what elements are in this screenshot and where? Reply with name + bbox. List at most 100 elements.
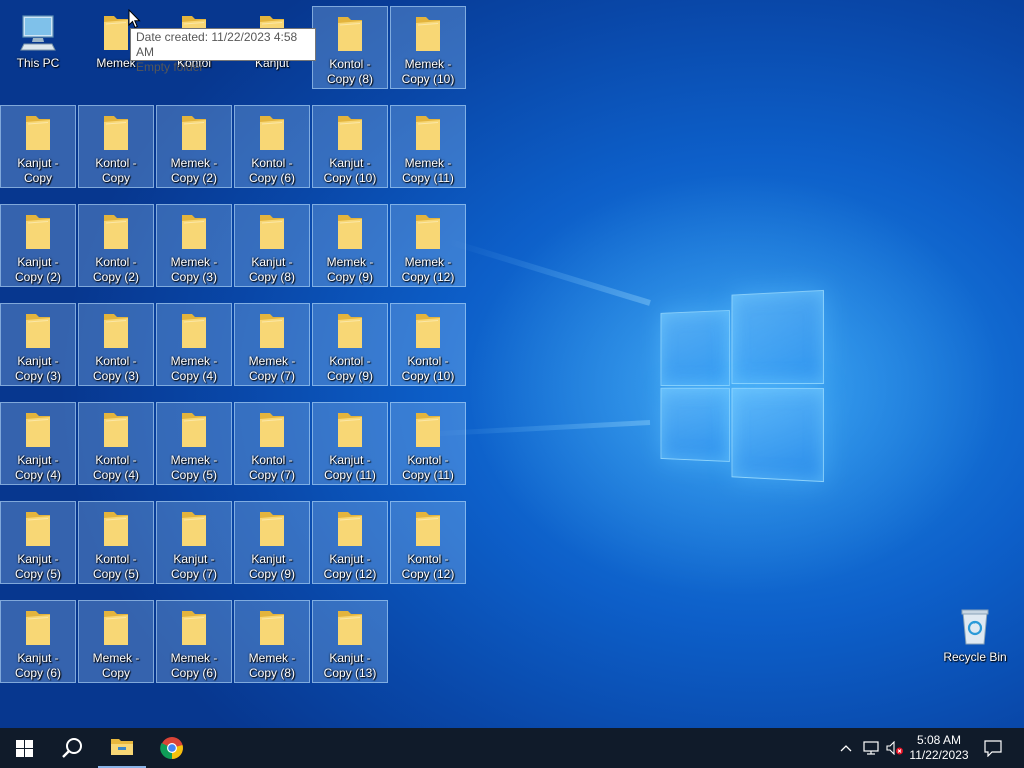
folder-icon — [338, 116, 362, 150]
desktop-icon-label: Memek - Copy — [92, 651, 140, 680]
speaker-muted-icon — [886, 741, 903, 755]
folder-icon — [416, 116, 440, 150]
desktop-icon-label: Kontol - Copy (6) — [248, 156, 295, 185]
folder-icon — [104, 215, 128, 249]
tooltip-date-created: Date created: 11/22/2023 4:58 AM — [136, 30, 298, 59]
desktop-folder-icon-item[interactable]: Kanjut - Copy (8) — [234, 204, 310, 287]
desktop-folder-icon-item[interactable]: Memek - Copy (3) — [156, 204, 232, 287]
desktop-icon-label: Kontol - Copy (9) — [326, 354, 373, 383]
desktop-icon-label: Kontol - Copy (7) — [248, 453, 295, 482]
clock[interactable]: 5:08 AM 11/22/2023 — [906, 728, 972, 768]
folder-icon — [104, 116, 128, 150]
folder-icon — [26, 512, 50, 546]
desktop-folder-icon-item[interactable]: Memek - Copy (9) — [312, 204, 388, 287]
desktop-folder-icon-item[interactable]: Kanjut - Copy (12) — [312, 501, 388, 584]
desktop-folder-icon-item[interactable]: Memek - Copy (4) — [156, 303, 232, 386]
chrome-icon — [160, 737, 183, 760]
desktop-folder-icon-item[interactable]: Kanjut - Copy (9) — [234, 501, 310, 584]
desktop-folder-icon-item[interactable]: Kontol - Copy (4) — [78, 402, 154, 485]
desktop-folder-icon-item[interactable]: Kanjut - Copy (7) — [156, 501, 232, 584]
mouse-cursor-icon — [128, 8, 142, 34]
desktop-icon-label: Kontol - Copy (12) — [401, 552, 455, 581]
desktop-icon-label: Kanjut - Copy (4) — [14, 453, 61, 482]
desktop-icon-label: Memek - Copy (2) — [170, 156, 218, 185]
folder-tooltip: Date created: 11/22/2023 4:58 AM Empty f… — [130, 28, 316, 74]
folder-icon — [260, 116, 284, 150]
folder-icon — [182, 215, 206, 249]
folder-icon — [26, 215, 50, 249]
desktop-folder-icon-item[interactable]: Kontol - Copy (9) — [312, 303, 388, 386]
desktop-folder-icon-item[interactable]: Kontol - Copy — [78, 105, 154, 188]
folder-icon — [26, 611, 50, 645]
folder-icon — [260, 611, 284, 645]
network-button[interactable] — [860, 728, 882, 768]
recycle-bin[interactable]: Recycle Bin — [937, 600, 1013, 683]
chrome-button[interactable] — [148, 728, 196, 768]
desktop-folder-icon-item[interactable]: Kontol - Copy (5) — [78, 501, 154, 584]
desktop-folder-icon-item[interactable]: Kontol - Copy (10) — [390, 303, 466, 386]
desktop-icon-this-pc[interactable]: This PC — [0, 6, 76, 89]
desktop-folder-icon-item[interactable]: Kontol - Copy (7) — [234, 402, 310, 485]
desktop-folder-icon-item[interactable]: Kontol - Copy (3) — [78, 303, 154, 386]
folder-icon — [416, 512, 440, 546]
tooltip-folder-status: Empty folder — [136, 60, 204, 74]
desktop-icon-label: Kanjut - Copy (7) — [170, 552, 217, 581]
file-explorer-button[interactable] — [98, 728, 146, 768]
desktop-icon-label: Kanjut - Copy (5) — [14, 552, 61, 581]
desktop-folder-icon-item[interactable]: Kanjut - Copy (6) — [0, 600, 76, 683]
desktop-folder-icon-item[interactable]: Memek - Copy (12) — [390, 204, 466, 287]
desktop-folder-icon-item[interactable]: Kontol - Copy (11) — [390, 402, 466, 485]
desktop-folder-icon-item[interactable]: Memek - Copy (2) — [156, 105, 232, 188]
folder-icon — [338, 611, 362, 645]
chevron-up-icon — [840, 745, 852, 752]
desktop-folder-icon-item[interactable]: Kanjut - Copy (4) — [0, 402, 76, 485]
windows-logo-icon — [15, 739, 33, 757]
recycle-bin-label: Recycle Bin — [943, 650, 1007, 664]
volume-button[interactable] — [884, 728, 906, 768]
start-button[interactable] — [0, 728, 48, 768]
folder-icon — [416, 17, 440, 51]
computer-icon — [20, 15, 56, 51]
clock-date: 11/22/2023 — [909, 748, 969, 762]
desktop-folder-icon-item[interactable]: Memek - Copy (10) — [390, 6, 466, 89]
folder-icon — [338, 215, 362, 249]
desktop-icon-label: Memek - Copy (7) — [248, 354, 296, 383]
desktop-folder-icon-item[interactable]: Kontol - Copy (12) — [390, 501, 466, 584]
windows-logo-wallpaper — [660, 289, 824, 483]
desktop-icon-label: Kontol - Copy (8) — [326, 57, 373, 86]
folder-icon — [104, 413, 128, 447]
desktop-icon-label: Memek - Copy (9) — [326, 255, 374, 284]
desktop-folder-icon-item[interactable]: Memek - Copy (8) — [234, 600, 310, 683]
folder-icon — [104, 611, 128, 645]
folder-icon — [26, 314, 50, 348]
desktop[interactable]: This PC Memek Kontol Kanjut Kontol - Copy (8… — [0, 0, 1024, 728]
desktop-icon-label: Memek - Copy (3) — [170, 255, 218, 284]
desktop-folder-icon-item[interactable]: Memek - Copy (7) — [234, 303, 310, 386]
desktop-folder-icon-item[interactable]: Kanjut - Copy (3) — [0, 303, 76, 386]
action-center-button[interactable] — [978, 728, 1008, 768]
desktop-folder-icon-item[interactable]: Memek - Copy (5) — [156, 402, 232, 485]
desktop-icon-label: Kanjut - Copy (13) — [323, 651, 377, 680]
desktop-folder-icon-item[interactable]: Memek - Copy (6) — [156, 600, 232, 683]
desktop-folder-icon-item[interactable]: Kanjut - Copy (13) — [312, 600, 388, 683]
folder-icon — [104, 512, 128, 546]
desktop-folder-icon-item[interactable]: Kontol - Copy (8) — [312, 6, 388, 89]
desktop-folder-icon-item[interactable]: Kontol - Copy (2) — [78, 204, 154, 287]
desktop-folder-icon-item[interactable]: Kanjut - Copy (10) — [312, 105, 388, 188]
desktop-icon-label: Kanjut - Copy (2) — [14, 255, 61, 284]
desktop-folder-icon-item[interactable]: Kanjut - Copy (5) — [0, 501, 76, 584]
desktop-icon-label: Memek - Copy (12) — [401, 255, 455, 284]
desktop-icon-label: Kontol - Copy (11) — [402, 453, 454, 482]
desktop-folder-icon-item[interactable]: Kanjut - Copy — [0, 105, 76, 188]
desktop-folder-icon-item[interactable]: Kanjut - Copy (11) — [312, 402, 388, 485]
show-hidden-icons-button[interactable] — [836, 728, 856, 768]
desktop-icon-label: Memek - Copy (5) — [170, 453, 218, 482]
desktop-folder-icon-item[interactable]: Kontol - Copy (6) — [234, 105, 310, 188]
desktop-folder-icon-item[interactable]: Kanjut - Copy (2) — [0, 204, 76, 287]
desktop-folder-icon-item[interactable]: Memek - Copy (11) — [390, 105, 466, 188]
desktop-folder-icon-item[interactable]: Memek - Copy — [78, 600, 154, 683]
desktop-icon-label: Kanjut - Copy (6) — [14, 651, 61, 680]
folder-icon — [182, 611, 206, 645]
desktop-icon-label: Memek - Copy (4) — [170, 354, 218, 383]
search-button[interactable] — [48, 728, 96, 768]
